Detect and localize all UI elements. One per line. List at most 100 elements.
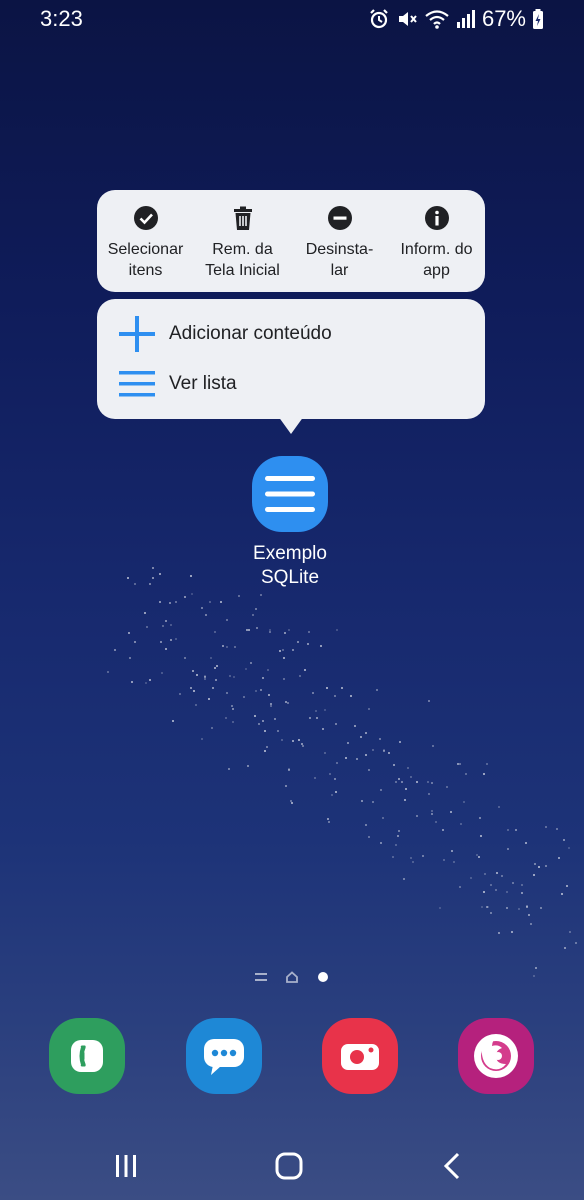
star [245, 667, 248, 670]
star [514, 829, 517, 832]
star [287, 768, 290, 771]
star [278, 649, 281, 652]
star [368, 708, 371, 710]
list-page-icon[interactable] [252, 968, 270, 986]
star [195, 703, 198, 706]
star [224, 716, 227, 719]
star [297, 641, 300, 644]
star [133, 583, 136, 586]
star [174, 601, 177, 604]
star [430, 782, 433, 785]
star [301, 742, 304, 745]
star [196, 673, 199, 676]
star [532, 975, 535, 978]
star [533, 874, 536, 877]
dot-page-icon[interactable] [314, 968, 332, 986]
star [439, 907, 442, 910]
star [498, 805, 501, 808]
star [246, 629, 249, 632]
star [364, 732, 367, 735]
star [269, 703, 272, 706]
star [231, 708, 234, 711]
star [291, 802, 294, 805]
star [506, 907, 509, 910]
star [160, 671, 163, 674]
star [169, 623, 172, 626]
star [494, 888, 497, 891]
star [255, 690, 258, 693]
star [283, 631, 286, 634]
plus-icon [119, 316, 155, 352]
star [475, 854, 478, 857]
star [458, 762, 461, 765]
status-time: 3:23 [40, 6, 83, 31]
popup-pointer [278, 416, 304, 434]
star [159, 573, 162, 576]
star [304, 669, 307, 672]
shortcut-view-list[interactable]: Ver lista [97, 359, 485, 409]
star [533, 862, 536, 865]
star [430, 809, 433, 812]
star [401, 781, 404, 784]
star [421, 855, 424, 858]
star [231, 721, 234, 724]
star [291, 648, 294, 651]
star [511, 931, 514, 934]
recents-icon [116, 1155, 136, 1177]
remove-from-home-button[interactable]: Rem. da Tela Inicial [194, 190, 291, 292]
app-exemplo-sqlite[interactable]: Exemplo SQLite [230, 456, 350, 590]
star [431, 812, 434, 815]
star [496, 871, 499, 874]
star [145, 681, 148, 684]
star [226, 692, 229, 695]
dock-phone[interactable] [49, 1018, 125, 1094]
select-items-button[interactable]: Selecionar itens [97, 190, 194, 292]
star [170, 638, 173, 641]
uninstall-button[interactable]: Desinsta- lar [291, 190, 388, 292]
dock-camera[interactable] [322, 1018, 398, 1094]
star [319, 645, 322, 648]
star [412, 860, 415, 863]
recents-button[interactable] [96, 1146, 156, 1186]
star [405, 787, 408, 790]
shortcut-add-content[interactable]: Adicionar conteúdo [97, 309, 485, 359]
star [372, 748, 375, 751]
home-button[interactable] [259, 1146, 319, 1186]
dock-messages[interactable] [186, 1018, 262, 1094]
home-page-icon[interactable] [283, 968, 301, 986]
star [171, 719, 174, 722]
star [164, 647, 167, 650]
star [478, 816, 481, 819]
dock-firefox[interactable] [458, 1018, 534, 1094]
star [465, 773, 468, 776]
star [283, 677, 286, 680]
star [341, 687, 344, 690]
star [530, 922, 532, 925]
star [184, 656, 187, 659]
star [243, 696, 246, 699]
star [148, 582, 151, 585]
mute-icon [398, 12, 417, 26]
star [486, 905, 489, 908]
navigation-bar [0, 1130, 584, 1200]
star [450, 810, 453, 813]
app-info-button[interactable]: Inform. do app [388, 190, 485, 292]
star [214, 666, 217, 669]
star [298, 739, 301, 742]
star [442, 829, 444, 832]
star [263, 750, 266, 753]
star [291, 739, 294, 742]
star [404, 798, 407, 801]
star [350, 694, 353, 697]
star [238, 594, 241, 597]
star [346, 741, 349, 744]
star [365, 823, 368, 826]
star [460, 823, 463, 825]
star [364, 754, 367, 757]
back-button[interactable] [422, 1146, 482, 1186]
dock [0, 1018, 584, 1098]
star [210, 656, 213, 659]
star [526, 905, 529, 908]
star [158, 601, 161, 604]
star [207, 698, 210, 701]
